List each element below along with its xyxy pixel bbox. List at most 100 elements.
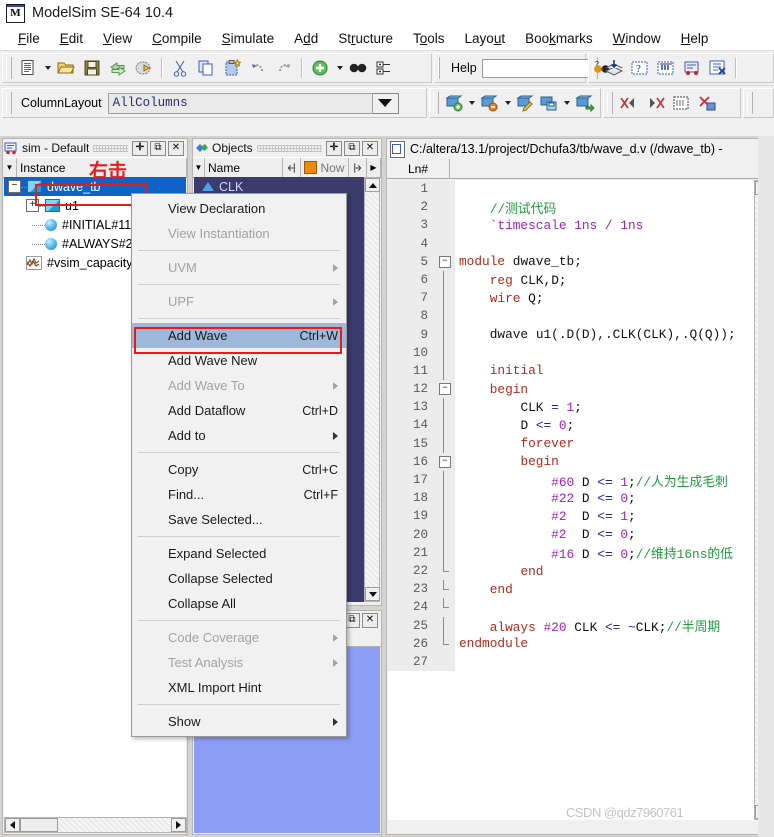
paste-icon[interactable] bbox=[219, 55, 245, 81]
menu-item-expand-selected[interactable]: Expand Selected bbox=[132, 541, 346, 566]
objects-column-name[interactable]: Name bbox=[205, 158, 283, 177]
save-icon[interactable] bbox=[79, 55, 105, 81]
fold-gutter[interactable] bbox=[436, 616, 455, 635]
dock-icon[interactable]: ✛ bbox=[132, 140, 148, 156]
maximize-icon[interactable]: ⧉ bbox=[344, 140, 360, 156]
fold-gutter[interactable] bbox=[436, 580, 455, 599]
cut-icon[interactable] bbox=[167, 55, 193, 81]
next-icon[interactable] bbox=[349, 158, 367, 177]
objects-now-column[interactable]: Now bbox=[301, 158, 349, 177]
menu-item-add-dataflow[interactable]: Add Dataflow Ctrl+D bbox=[132, 398, 346, 423]
scroll-up-arrow-icon[interactable] bbox=[365, 178, 380, 192]
scroll-thumb[interactable] bbox=[20, 818, 58, 832]
menu-item-view-declaration[interactable]: View Declaration bbox=[132, 196, 346, 221]
code-line[interactable]: 23 end bbox=[388, 580, 771, 599]
add-dropdown-icon[interactable] bbox=[333, 55, 345, 81]
code-line[interactable]: 27 bbox=[388, 652, 771, 672]
wave-edit-grip[interactable] bbox=[433, 92, 439, 114]
code-line[interactable]: 19 #2 D <= 1; bbox=[388, 507, 771, 526]
fold-gutter[interactable]: − bbox=[436, 252, 455, 271]
menu-item-find[interactable]: Find... Ctrl+F bbox=[132, 482, 346, 507]
fold-gutter[interactable] bbox=[436, 434, 455, 453]
code-line[interactable]: 11 initial bbox=[388, 361, 771, 381]
fold-minus-icon[interactable]: − bbox=[439, 383, 451, 396]
fold-gutter[interactable]: − bbox=[436, 452, 455, 471]
instance-context-menu[interactable]: View Declaration View Instantiation UVM UPF… bbox=[131, 193, 347, 737]
scroll-left-arrow-icon[interactable] bbox=[5, 818, 20, 832]
copy-icon[interactable] bbox=[193, 55, 219, 81]
menu-item-copy[interactable]: Copy Ctrl+C bbox=[132, 457, 346, 482]
fold-gutter[interactable] bbox=[436, 289, 455, 308]
objects-vscrollbar[interactable] bbox=[364, 177, 380, 602]
fold-gutter[interactable] bbox=[436, 361, 455, 381]
expand-tree-icon[interactable] bbox=[371, 55, 397, 81]
compile-all-icon[interactable] bbox=[131, 55, 157, 81]
code-line[interactable]: 4 bbox=[388, 234, 771, 253]
code-line[interactable]: 12− begin bbox=[388, 380, 771, 399]
menu-item-xml-import-hint[interactable]: XML Import Hint bbox=[132, 675, 346, 700]
code-line[interactable]: 21 #16 D <= 0;//维持16ns的低 bbox=[388, 543, 771, 562]
fold-gutter[interactable] bbox=[436, 525, 455, 544]
fold-gutter[interactable] bbox=[436, 307, 455, 326]
reload-icon[interactable] bbox=[105, 55, 131, 81]
code-line[interactable]: 7 wire Q; bbox=[388, 289, 771, 308]
fold-gutter[interactable] bbox=[436, 398, 455, 417]
help-input[interactable] bbox=[481, 58, 592, 78]
code-line[interactable]: 20 #2 D <= 0; bbox=[388, 525, 771, 544]
fold-gutter[interactable] bbox=[436, 216, 455, 235]
fold-gutter[interactable]: − bbox=[436, 380, 455, 399]
menu-tools[interactable]: Tools bbox=[403, 29, 455, 48]
window-vscrollbar[interactable] bbox=[758, 136, 774, 837]
code-line[interactable]: 22 end bbox=[388, 561, 771, 581]
find-wave-icon[interactable] bbox=[668, 90, 694, 116]
dock-icon[interactable]: ✛ bbox=[326, 140, 342, 156]
export-wave-icon[interactable] bbox=[572, 90, 597, 116]
find-icon[interactable] bbox=[345, 55, 371, 81]
objects-pane-drag-dots[interactable] bbox=[256, 144, 322, 152]
fold-gutter[interactable] bbox=[436, 561, 455, 581]
next-transition-icon[interactable] bbox=[642, 90, 668, 116]
help-wave-icon[interactable]: ? bbox=[627, 55, 653, 81]
remove-wave-icon[interactable] bbox=[705, 55, 731, 81]
fold-gutter[interactable] bbox=[436, 543, 455, 562]
fold-gutter[interactable] bbox=[436, 343, 455, 362]
help-toolbar-grip[interactable] bbox=[438, 57, 440, 79]
fold-minus-icon[interactable]: − bbox=[439, 455, 451, 468]
fold-gutter[interactable] bbox=[436, 198, 455, 217]
toolbar-grip[interactable] bbox=[6, 57, 12, 79]
save-wave-dropdown-icon[interactable] bbox=[562, 90, 572, 116]
maximize-icon[interactable]: ⧉ bbox=[150, 140, 166, 156]
new-file-icon[interactable] bbox=[15, 55, 41, 81]
add-wave-icon[interactable] bbox=[442, 90, 467, 116]
transition-grip[interactable] bbox=[607, 92, 613, 114]
code-line[interactable]: 1 bbox=[388, 180, 771, 199]
menu-help[interactable]: Help bbox=[671, 29, 719, 48]
code-line[interactable]: 24 bbox=[388, 598, 771, 617]
sort-indicator-icon[interactable]: ▼ bbox=[3, 158, 17, 177]
scroll-down-arrow-icon[interactable] bbox=[365, 587, 380, 601]
menu-bookmarks[interactable]: Bookmarks bbox=[515, 29, 603, 48]
add-icon[interactable] bbox=[307, 55, 333, 81]
code-area[interactable]: 12 //测试代码 3 `timescale 1ns / 1ns 4 5− module… bbox=[388, 180, 771, 820]
menu-view[interactable]: View bbox=[93, 29, 142, 48]
insert-wave-icon[interactable] bbox=[653, 55, 679, 81]
menu-item-save-selected[interactable]: Save Selected... bbox=[132, 507, 346, 532]
dataflow-icon[interactable] bbox=[679, 55, 705, 81]
fold-gutter[interactable] bbox=[436, 180, 455, 199]
code-line[interactable]: 26 endmodule bbox=[388, 634, 771, 653]
menu-item-collapse-all[interactable]: Collapse All bbox=[132, 591, 346, 616]
close-icon[interactable]: ✕ bbox=[168, 140, 184, 156]
load-icon[interactable] bbox=[601, 55, 627, 81]
close-icon[interactable]: ✕ bbox=[362, 140, 378, 156]
more-icon[interactable]: ▶ bbox=[367, 158, 381, 177]
fold-gutter[interactable] bbox=[436, 634, 455, 653]
fold-gutter[interactable] bbox=[436, 270, 455, 290]
menu-compile[interactable]: Compile bbox=[142, 29, 212, 48]
code-line[interactable]: 5− module dwave_tb; bbox=[388, 252, 771, 271]
menu-layout[interactable]: Layout bbox=[455, 29, 516, 48]
expander-minus-icon[interactable]: − bbox=[8, 180, 21, 193]
column-layout-grip[interactable] bbox=[6, 92, 12, 114]
save-wave-icon[interactable] bbox=[537, 90, 562, 116]
code-line[interactable]: 15 forever bbox=[388, 434, 771, 453]
code-line[interactable]: 17 #60 D <= 1;//人为生成毛刺 bbox=[388, 471, 771, 490]
